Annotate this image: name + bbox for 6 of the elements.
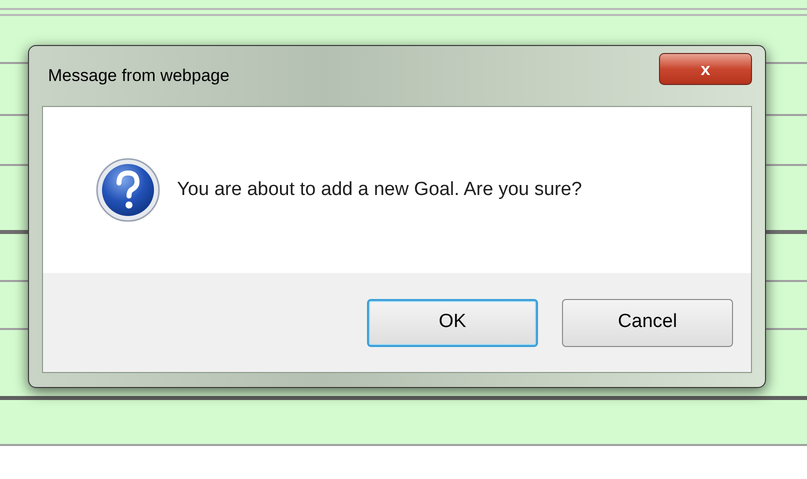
message-text: You are about to add a new Goal. Are you sure? xyxy=(177,178,582,202)
window-title: Message from webpage xyxy=(48,65,230,88)
question-icon xyxy=(95,157,161,223)
close-button[interactable]: x xyxy=(659,53,752,85)
dialog-button[interactable]: OK xyxy=(367,298,538,346)
dialog-button[interactable]: Cancel xyxy=(562,298,733,346)
